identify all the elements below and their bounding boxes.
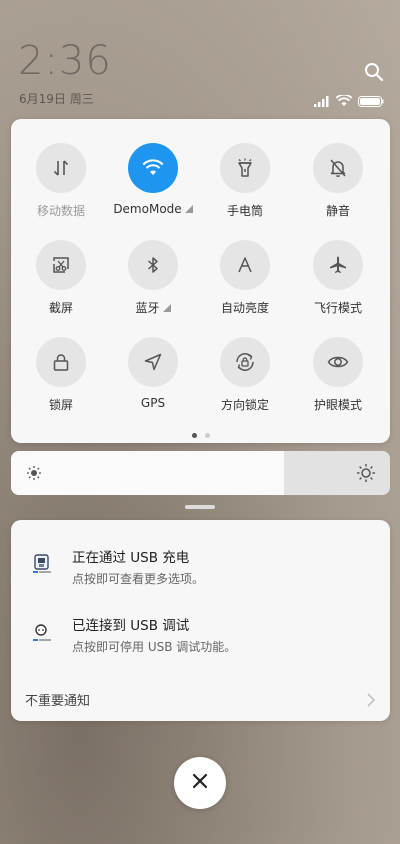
status-icons: [314, 92, 384, 111]
auto-brightness-icon: [220, 240, 270, 290]
brightness-low-icon: [26, 465, 42, 485]
screenshot-icon: [36, 240, 86, 290]
notification-usb-debugging[interactable]: 已连接到 USB 调试 点按即可停用 USB 调试功能。: [11, 610, 390, 660]
tile-label: 静音: [325, 204, 350, 218]
notification-subtitle: 点按即可停用 USB 调试功能。: [72, 640, 237, 654]
tile-rotation-lock[interactable]: 方向锁定: [199, 337, 291, 413]
notification-title: 正在通过 USB 充电: [72, 550, 190, 566]
mobile-data-icon: [36, 143, 86, 193]
tile-label: DemoMode: [113, 202, 182, 216]
notification-usb-charging[interactable]: 正在通过 USB 充电 点按即可查看更多选项。: [11, 542, 390, 592]
drawer-handle[interactable]: [185, 505, 215, 509]
brightness-fill: [11, 451, 284, 495]
unimportant-notifications-link[interactable]: 不重要通知: [25, 690, 90, 709]
tile-wifi[interactable]: DemoMode: [107, 143, 199, 216]
wifi-status-icon: [335, 92, 353, 111]
tile-bluetooth[interactable]: 蓝牙: [107, 240, 199, 316]
brightness-high-icon: [356, 463, 376, 487]
tile-label: 护眼模式: [313, 398, 362, 412]
tile-airplane[interactable]: 飞行模式: [292, 240, 384, 316]
page-dot: [204, 433, 210, 438]
search-icon[interactable]: [364, 62, 384, 82]
status-header: 2:36 6月19日 周三: [0, 0, 400, 115]
page-dot-active: [191, 433, 197, 438]
usb-charge-icon: [31, 554, 53, 576]
notification-subtitle: 点按即可查看更多选项。: [72, 572, 205, 586]
expand-triangle-icon: [184, 205, 193, 213]
wifi-icon: [128, 143, 178, 193]
notification-title: 已连接到 USB 调试: [72, 618, 190, 634]
lock-icon: [36, 337, 86, 387]
page-indicator: [11, 433, 390, 438]
close-button[interactable]: [174, 757, 226, 809]
close-icon: [192, 773, 208, 793]
tile-label: 截屏: [48, 301, 73, 315]
tile-label: 飞行模式: [313, 301, 362, 315]
eye-icon: [313, 337, 363, 387]
tile-mute[interactable]: 静音: [292, 143, 384, 219]
clock: 2:36: [18, 38, 112, 84]
rotation-lock-icon: [220, 337, 270, 387]
chevron-right-icon: [366, 692, 376, 712]
tile-label: 自动亮度: [220, 301, 269, 315]
brightness-slider[interactable]: [11, 451, 390, 495]
date: 6月19日 周三: [19, 92, 94, 106]
usb-debug-icon: [31, 622, 53, 644]
flashlight-icon: [220, 143, 270, 193]
expand-triangle-icon: [162, 304, 171, 312]
tile-label: 手电筒: [226, 204, 263, 218]
tile-lock-screen[interactable]: 锁屏: [15, 337, 107, 413]
tile-label: 方向锁定: [220, 398, 269, 412]
tile-mobile-data[interactable]: 移动数据: [15, 143, 107, 219]
signal-icon: [314, 92, 330, 111]
tile-screenshot[interactable]: 截屏: [15, 240, 107, 316]
mute-bell-icon: [313, 143, 363, 193]
tile-auto-brightness[interactable]: 自动亮度: [199, 240, 291, 316]
tile-label: GPS: [140, 396, 166, 410]
tile-label: 移动数据: [36, 204, 85, 218]
tile-flashlight[interactable]: 手电筒: [199, 143, 291, 219]
bluetooth-icon: [128, 240, 178, 290]
quick-settings-panel: 移动数据 DemoMode 手电筒 静音 截屏 蓝牙 自动亮度 飞行模式 锁屏 …: [11, 119, 390, 443]
battery-icon: [358, 92, 384, 111]
airplane-icon: [313, 240, 363, 290]
tile-label: 锁屏: [48, 398, 73, 412]
tile-gps[interactable]: GPS: [107, 337, 199, 410]
tile-eye-care[interactable]: 护眼模式: [292, 337, 384, 413]
notification-panel: 正在通过 USB 充电 点按即可查看更多选项。 已连接到 USB 调试 点按即可…: [11, 520, 390, 721]
gps-icon: [128, 337, 178, 387]
tile-label: 蓝牙: [135, 301, 160, 315]
